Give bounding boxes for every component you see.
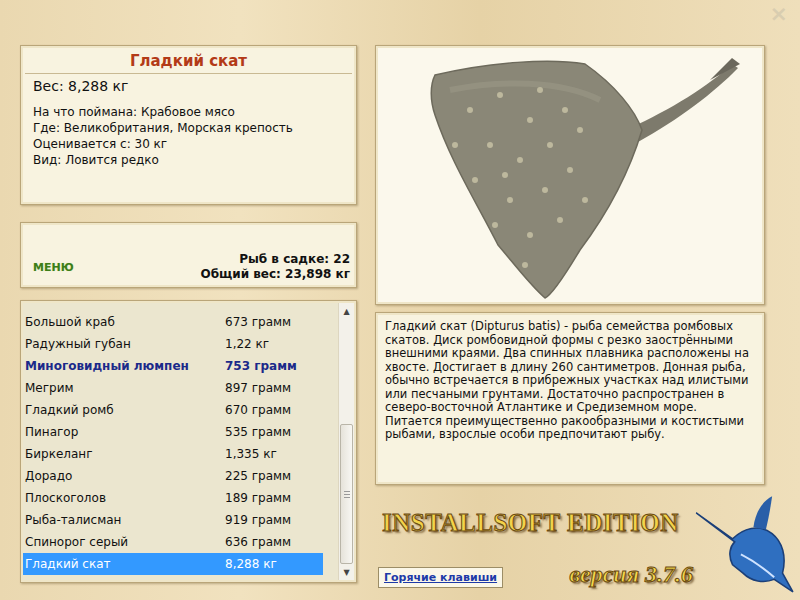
scroll-thumb[interactable] [340, 424, 353, 564]
catch-weight: 670 грамм [225, 403, 323, 417]
catch-name: Плоскоголов [25, 491, 225, 505]
total-weight: Общий вес: 23,898 кг [200, 267, 350, 282]
catch-weight: 753 грамм [225, 359, 323, 373]
catch-weight: 535 грамм [225, 425, 323, 439]
fish-detail: На что поймана: Крабовое мясо [33, 104, 344, 120]
catch-row[interactable]: Мегрим897 грамм [23, 377, 323, 399]
scroll-track [339, 319, 354, 564]
catch-name: Мегрим [25, 381, 225, 395]
fish-weight: Вес: 8,288 кг [33, 78, 344, 94]
catch-row[interactable]: Миноговидный люмпен753 грамм [23, 355, 323, 377]
hotkeys-button[interactable]: Горячие клавиши [378, 567, 503, 588]
fish-detail: Вид: Ловится редко [33, 152, 344, 168]
scroll-down-button[interactable]: ▼ [339, 564, 354, 580]
catch-totals: Рыб в садке: 22Общий вес: 23,898 кг [200, 252, 350, 282]
catch-row[interactable]: Радужный губан1,22 кг [23, 333, 323, 355]
catch-name: Пинагор [25, 425, 225, 439]
menu-panel: МЕНЮ Рыб в садке: 22Общий вес: 23,898 кг [20, 222, 357, 288]
catch-row[interactable]: Биркеланг1,335 кг [23, 443, 323, 465]
catch-name: Большой краб [25, 315, 225, 329]
catch-weight: 225 грамм [225, 469, 323, 483]
left-column: Гладкий скат Вес: 8,288 кг На что поймана:… [20, 45, 357, 600]
catch-name: Гладкий скат [25, 557, 225, 571]
fish-image-panel [375, 45, 765, 305]
marlin-icon [691, 492, 795, 596]
catch-weight: 919 грамм [225, 513, 323, 527]
scrollbar: ▲▼ [338, 303, 354, 580]
scroll-up-button[interactable]: ▲ [339, 303, 354, 319]
catch-row[interactable]: Плоскоголов189 грамм [23, 487, 323, 509]
catch-rows: Большой краб673 граммРадужный губан1,22 … [23, 303, 338, 580]
catch-name: Биркеланг [25, 447, 225, 461]
fish-card-body: Гладкий скат Вес: 8,288 кг На что поймана:… [21, 46, 356, 172]
catch-row[interactable]: Пинагор535 грамм [23, 421, 323, 443]
version-label: версия 3.7.6 [570, 561, 693, 588]
catch-name: Спинорог серый [25, 535, 225, 549]
catch-row[interactable]: Гладкий скат8,288 кг [23, 553, 323, 575]
fish-card: Гладкий скат Вес: 8,288 кг На что поймана:… [20, 45, 357, 205]
catch-name: Миноговидный люмпен [25, 359, 225, 373]
right-column: Гладкий скат (Dipturus batis) - рыба сем… [375, 45, 765, 600]
catch-row[interactable]: Большой краб673 грамм [23, 311, 323, 333]
catch-row[interactable]: Дорадо225 грамм [23, 465, 323, 487]
fish-count: Рыб в садке: 22 [200, 252, 350, 267]
footer: INSTALLSOFT EDITION Горячие клавиши версия… [375, 485, 765, 600]
catch-row[interactable]: Гладкий ромб670 грамм [23, 399, 323, 421]
catch-weight: 636 грамм [225, 535, 323, 549]
catch-weight: 189 грамм [225, 491, 323, 505]
ray-fish-icon [380, 50, 760, 300]
menu-button[interactable]: МЕНЮ [33, 261, 74, 282]
fish-info-window: × Гладкий скат Вес: 8,288 кг На что поймана… [0, 0, 800, 600]
fish-description: Гладкий скат (Dipturus batis) - рыба сем… [375, 312, 765, 485]
catch-row[interactable]: Спинорог серый636 грамм [23, 531, 323, 553]
logo-title: INSTALLSOFT EDITION [378, 509, 765, 537]
catch-name: Радужный губан [25, 337, 225, 351]
catch-name: Дорадо [25, 469, 225, 483]
catch-weight: 673 грамм [225, 315, 323, 329]
catch-weight: 897 грамм [225, 381, 323, 395]
catch-row[interactable]: Рыба-талисман919 грамм [23, 509, 323, 531]
catch-name: Рыба-талисман [25, 513, 225, 527]
grip-icon [344, 491, 350, 498]
catch-weight: 1,22 кг [225, 337, 323, 351]
catch-name: Гладкий ромб [25, 403, 225, 417]
catch-list: Большой краб673 граммРадужный губан1,22 … [20, 300, 357, 583]
catch-weight: 8,288 кг [225, 557, 323, 571]
fish-detail: Оценивается с: 30 кг [33, 136, 344, 152]
top-bar: × [0, 0, 800, 45]
footer-row: Горячие клавиши версия 3.7.6 [378, 561, 765, 588]
close-button[interactable]: × [770, 2, 788, 26]
fish-title: Гладкий скат [25, 50, 352, 74]
content: Гладкий скат Вес: 8,288 кг На что поймана:… [0, 45, 800, 600]
fish-detail: Где: Великобритания, Морская крепость [33, 120, 344, 136]
catch-weight: 1,335 кг [225, 447, 323, 461]
